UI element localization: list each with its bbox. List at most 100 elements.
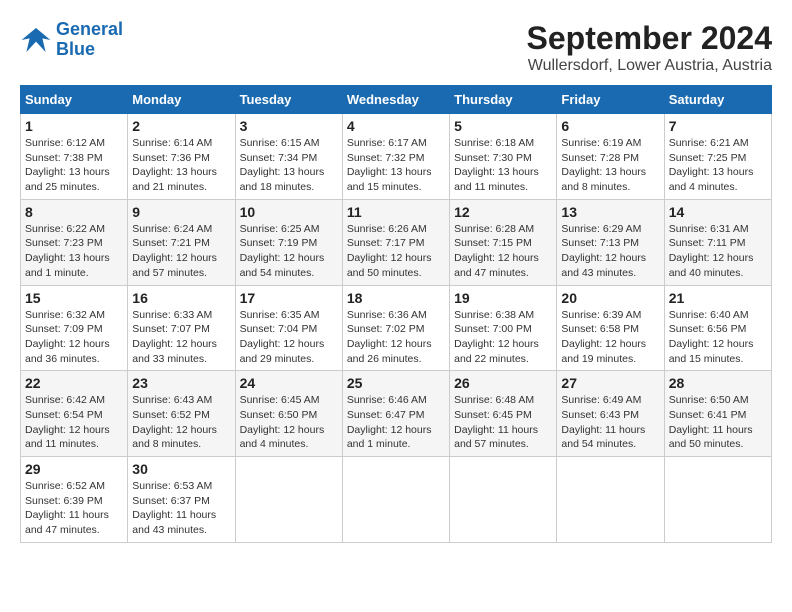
logo-text: General Blue: [56, 20, 123, 60]
day-info: Sunrise: 6:40 AM Sunset: 6:56 PM Dayligh…: [669, 308, 767, 367]
day-info: Sunrise: 6:49 AM Sunset: 6:43 PM Dayligh…: [561, 393, 659, 452]
calendar-cell: 29Sunrise: 6:52 AM Sunset: 6:39 PM Dayli…: [21, 457, 128, 543]
day-number: 9: [132, 204, 230, 220]
calendar-header-row: SundayMondayTuesdayWednesdayThursdayFrid…: [21, 86, 772, 114]
day-number: 25: [347, 375, 445, 391]
calendar-week-row: 1 Sunrise: 6:12 AM Sunset: 7:38 PM Daylig…: [21, 114, 772, 200]
calendar-cell: 20 Sunrise: 6:39 AM Sunset: 6:58 PM Dayli…: [557, 285, 664, 371]
logo-icon: [20, 24, 52, 56]
calendar-cell: 19 Sunrise: 6:38 AM Sunset: 7:00 PM Dayli…: [450, 285, 557, 371]
page-title: September 2024: [527, 20, 772, 57]
day-number: 15: [25, 290, 123, 306]
day-info: Sunrise: 6:24 AM Sunset: 7:21 PM Dayligh…: [132, 222, 230, 281]
calendar-cell: 9 Sunrise: 6:24 AM Sunset: 7:21 PM Daylig…: [128, 199, 235, 285]
calendar-cell: [664, 457, 771, 543]
calendar-cell: 22Sunrise: 6:42 AM Sunset: 6:54 PM Dayli…: [21, 371, 128, 457]
day-number: 10: [240, 204, 338, 220]
calendar-cell: 4 Sunrise: 6:17 AM Sunset: 7:32 PM Daylig…: [342, 114, 449, 200]
calendar-cell: 11Sunrise: 6:26 AM Sunset: 7:17 PM Dayli…: [342, 199, 449, 285]
day-number: 19: [454, 290, 552, 306]
day-number: 24: [240, 375, 338, 391]
calendar-cell: 12Sunrise: 6:28 AM Sunset: 7:15 PM Dayli…: [450, 199, 557, 285]
day-number: 17: [240, 290, 338, 306]
column-header-thursday: Thursday: [450, 86, 557, 114]
calendar-cell: 5 Sunrise: 6:18 AM Sunset: 7:30 PM Daylig…: [450, 114, 557, 200]
day-info: Sunrise: 6:38 AM Sunset: 7:00 PM Dayligh…: [454, 308, 552, 367]
calendar-cell: [450, 457, 557, 543]
calendar-cell: 1 Sunrise: 6:12 AM Sunset: 7:38 PM Daylig…: [21, 114, 128, 200]
calendar-cell: 23Sunrise: 6:43 AM Sunset: 6:52 PM Dayli…: [128, 371, 235, 457]
day-number: 13: [561, 204, 659, 220]
day-info: Sunrise: 6:39 AM Sunset: 6:58 PM Dayligh…: [561, 308, 659, 367]
calendar-cell: 26 Sunrise: 6:48 AM Sunset: 6:45 PM Dayli…: [450, 371, 557, 457]
calendar-cell: 10 Sunrise: 6:25 AM Sunset: 7:19 PM Dayli…: [235, 199, 342, 285]
day-info: Sunrise: 6:29 AM Sunset: 7:13 PM Dayligh…: [561, 222, 659, 281]
calendar-cell: 8Sunrise: 6:22 AM Sunset: 7:23 PM Daylig…: [21, 199, 128, 285]
day-number: 11: [347, 204, 445, 220]
day-info: Sunrise: 6:50 AM Sunset: 6:41 PM Dayligh…: [669, 393, 767, 452]
calendar-cell: 25 Sunrise: 6:46 AM Sunset: 6:47 PM Dayli…: [342, 371, 449, 457]
day-info: Sunrise: 6:25 AM Sunset: 7:19 PM Dayligh…: [240, 222, 338, 281]
calendar-cell: 15 Sunrise: 6:32 AM Sunset: 7:09 PM Dayli…: [21, 285, 128, 371]
day-info: Sunrise: 6:53 AM Sunset: 6:37 PM Dayligh…: [132, 479, 230, 538]
day-number: 6: [561, 118, 659, 134]
logo: General Blue: [20, 20, 123, 60]
day-info: Sunrise: 6:45 AM Sunset: 6:50 PM Dayligh…: [240, 393, 338, 452]
day-info: Sunrise: 6:31 AM Sunset: 7:11 PM Dayligh…: [669, 222, 767, 281]
day-info: Sunrise: 6:36 AM Sunset: 7:02 PM Dayligh…: [347, 308, 445, 367]
day-info: Sunrise: 6:33 AM Sunset: 7:07 PM Dayligh…: [132, 308, 230, 367]
calendar-week-row: 29Sunrise: 6:52 AM Sunset: 6:39 PM Dayli…: [21, 457, 772, 543]
day-number: 2: [132, 118, 230, 134]
calendar-cell: 13 Sunrise: 6:29 AM Sunset: 7:13 PM Dayli…: [557, 199, 664, 285]
day-info: Sunrise: 6:32 AM Sunset: 7:09 PM Dayligh…: [25, 308, 123, 367]
column-header-wednesday: Wednesday: [342, 86, 449, 114]
calendar-week-row: 15 Sunrise: 6:32 AM Sunset: 7:09 PM Dayli…: [21, 285, 772, 371]
column-header-tuesday: Tuesday: [235, 86, 342, 114]
day-info: Sunrise: 6:19 AM Sunset: 7:28 PM Dayligh…: [561, 136, 659, 195]
day-number: 3: [240, 118, 338, 134]
column-header-saturday: Saturday: [664, 86, 771, 114]
calendar-cell: 30 Sunrise: 6:53 AM Sunset: 6:37 PM Dayli…: [128, 457, 235, 543]
day-number: 26: [454, 375, 552, 391]
day-number: 21: [669, 290, 767, 306]
calendar-cell: 24 Sunrise: 6:45 AM Sunset: 6:50 PM Dayli…: [235, 371, 342, 457]
calendar-cell: 16 Sunrise: 6:33 AM Sunset: 7:07 PM Dayli…: [128, 285, 235, 371]
day-number: 18: [347, 290, 445, 306]
day-number: 14: [669, 204, 767, 220]
title-block: September 2024 Wullersdorf, Lower Austri…: [527, 20, 772, 75]
day-number: 16: [132, 290, 230, 306]
calendar-cell: 7Sunrise: 6:21 AM Sunset: 7:25 PM Daylig…: [664, 114, 771, 200]
day-info: Sunrise: 6:52 AM Sunset: 6:39 PM Dayligh…: [25, 479, 123, 538]
day-info: Sunrise: 6:14 AM Sunset: 7:36 PM Dayligh…: [132, 136, 230, 195]
day-info: Sunrise: 6:22 AM Sunset: 7:23 PM Dayligh…: [25, 222, 123, 281]
column-header-sunday: Sunday: [21, 86, 128, 114]
calendar-cell: 18 Sunrise: 6:36 AM Sunset: 7:02 PM Dayli…: [342, 285, 449, 371]
calendar-cell: [235, 457, 342, 543]
day-number: 4: [347, 118, 445, 134]
day-info: Sunrise: 6:21 AM Sunset: 7:25 PM Dayligh…: [669, 136, 767, 195]
page-header: General Blue September 2024 Wullersdorf,…: [20, 20, 772, 75]
day-number: 30: [132, 461, 230, 477]
calendar-cell: 3 Sunrise: 6:15 AM Sunset: 7:34 PM Daylig…: [235, 114, 342, 200]
calendar-cell: 14 Sunrise: 6:31 AM Sunset: 7:11 PM Dayli…: [664, 199, 771, 285]
calendar-cell: [342, 457, 449, 543]
day-info: Sunrise: 6:17 AM Sunset: 7:32 PM Dayligh…: [347, 136, 445, 195]
day-number: 22: [25, 375, 123, 391]
calendar-cell: 21 Sunrise: 6:40 AM Sunset: 6:56 PM Dayli…: [664, 285, 771, 371]
day-number: 5: [454, 118, 552, 134]
day-info: Sunrise: 6:46 AM Sunset: 6:47 PM Dayligh…: [347, 393, 445, 452]
day-number: 27: [561, 375, 659, 391]
day-info: Sunrise: 6:12 AM Sunset: 7:38 PM Dayligh…: [25, 136, 123, 195]
column-header-friday: Friday: [557, 86, 664, 114]
calendar-table: SundayMondayTuesdayWednesdayThursdayFrid…: [20, 85, 772, 543]
calendar-cell: 6 Sunrise: 6:19 AM Sunset: 7:28 PM Daylig…: [557, 114, 664, 200]
day-info: Sunrise: 6:48 AM Sunset: 6:45 PM Dayligh…: [454, 393, 552, 452]
day-number: 28: [669, 375, 767, 391]
day-number: 20: [561, 290, 659, 306]
day-number: 1: [25, 118, 123, 134]
calendar-cell: 27 Sunrise: 6:49 AM Sunset: 6:43 PM Dayli…: [557, 371, 664, 457]
day-info: Sunrise: 6:35 AM Sunset: 7:04 PM Dayligh…: [240, 308, 338, 367]
day-info: Sunrise: 6:18 AM Sunset: 7:30 PM Dayligh…: [454, 136, 552, 195]
day-info: Sunrise: 6:43 AM Sunset: 6:52 PM Dayligh…: [132, 393, 230, 452]
day-info: Sunrise: 6:15 AM Sunset: 7:34 PM Dayligh…: [240, 136, 338, 195]
